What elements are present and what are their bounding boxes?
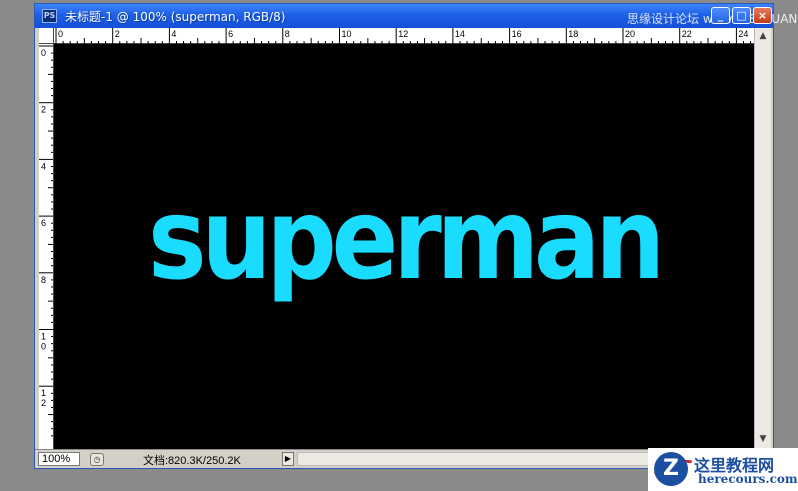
ruler-label: 4 bbox=[171, 29, 176, 39]
window-title: 未标题-1 @ 100% (superman, RGB/8) bbox=[65, 10, 286, 24]
ruler-label: 1 bbox=[41, 388, 46, 398]
ruler-label: 6 bbox=[228, 29, 233, 39]
brand-watermark: Z 这里教程网 herecours.com bbox=[647, 448, 798, 491]
ruler-label: 4 bbox=[41, 161, 46, 171]
brand-url: herecours.com bbox=[698, 472, 798, 486]
vertical-ruler-ticks: 024681012 bbox=[39, 45, 53, 437]
zoom-field[interactable]: 100% bbox=[38, 452, 80, 466]
ruler-label: 16 bbox=[512, 29, 522, 39]
status-menu-arrow-icon[interactable]: ▶ bbox=[282, 452, 294, 466]
ruler-label: 2 bbox=[115, 29, 120, 39]
ruler-label: 12 bbox=[398, 29, 408, 39]
scroll-down-arrow-icon[interactable]: ▼ bbox=[757, 433, 769, 445]
ruler-origin-corner[interactable] bbox=[39, 28, 54, 44]
ruler-label: 6 bbox=[41, 218, 46, 228]
document-size-info: 文档:820.3K/250.2K bbox=[143, 455, 241, 467]
ruler-label: 14 bbox=[455, 29, 465, 39]
ruler-label: 0 bbox=[41, 342, 46, 352]
vertical-ruler[interactable]: 024681012 bbox=[39, 44, 54, 449]
photoshop-icon[interactable]: PS bbox=[42, 9, 57, 23]
ruler-label: 2 bbox=[41, 105, 46, 115]
document-canvas[interactable]: superman bbox=[54, 44, 754, 449]
horizontal-ruler[interactable]: 0 2 4 6 8 10 12 14 16 18 20 22 24 bbox=[54, 28, 754, 44]
vertical-scrollbar[interactable]: ▲ ▼ bbox=[754, 28, 771, 449]
close-button[interactable]: × bbox=[753, 7, 772, 24]
document-window: PS 未标题-1 @ 100% (superman, RGB/8) 思缘设计论坛… bbox=[34, 3, 798, 469]
ruler-label: 1 bbox=[41, 332, 46, 342]
ruler-label: 24 bbox=[738, 29, 748, 39]
ruler-label: 2 bbox=[41, 398, 46, 408]
maximize-button[interactable]: □ bbox=[732, 7, 751, 24]
scroll-up-arrow-icon[interactable]: ▲ bbox=[757, 30, 769, 42]
ruler-label: 8 bbox=[285, 29, 290, 39]
ruler-label: 8 bbox=[41, 275, 46, 285]
superman-text-layer[interactable]: superman bbox=[96, 184, 712, 296]
ruler-label: 10 bbox=[342, 29, 352, 39]
ruler-label: 0 bbox=[58, 29, 63, 39]
status-options-icon[interactable]: ◷ bbox=[90, 453, 104, 466]
ruler-label: 22 bbox=[682, 29, 692, 39]
ruler-label: 20 bbox=[625, 29, 635, 39]
horizontal-ruler-ticks: 0 2 4 6 8 10 12 14 16 18 20 22 24 bbox=[55, 28, 752, 44]
minimize-button[interactable]: _ bbox=[711, 7, 730, 24]
title-bar[interactable]: PS 未标题-1 @ 100% (superman, RGB/8) 思缘设计论坛… bbox=[35, 4, 798, 28]
brand-logo-icon: Z bbox=[654, 452, 688, 486]
ruler-label: 0 bbox=[41, 48, 46, 58]
ruler-label: 18 bbox=[568, 29, 578, 39]
